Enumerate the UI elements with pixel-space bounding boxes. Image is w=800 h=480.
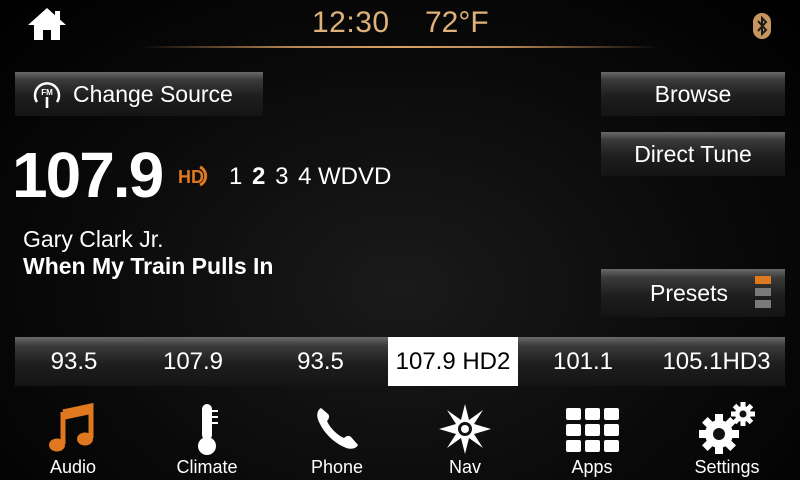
outside-temperature: 72°F bbox=[425, 6, 489, 39]
direct-tune-label: Direct Tune bbox=[634, 140, 752, 167]
preset-label: 105.1HD3 bbox=[662, 347, 771, 375]
preset-item[interactable]: 107.9 bbox=[133, 337, 253, 386]
preset-item[interactable]: 105.1HD3 bbox=[648, 337, 785, 386]
dock-settings[interactable]: Settings bbox=[672, 396, 782, 480]
phone-icon bbox=[317, 408, 358, 449]
apps-grid-icon bbox=[566, 408, 619, 452]
hd-channel[interactable]: 3 bbox=[275, 163, 288, 190]
fm-radio-icon: FM bbox=[33, 82, 61, 108]
dock-label: Audio bbox=[49, 457, 97, 477]
bottom-dock: Audio Climate Phone Nav Apps Settings bbox=[0, 396, 800, 480]
artist-name: Gary Clark Jr. bbox=[23, 226, 164, 252]
bluetooth-icon bbox=[753, 13, 771, 39]
dock-label: Apps bbox=[571, 457, 613, 477]
station-frequency: 107.9 bbox=[12, 139, 164, 211]
dock-nav[interactable]: Nav bbox=[410, 396, 520, 480]
dock-apps[interactable]: Apps bbox=[537, 396, 647, 480]
station-call-sign: WDVD bbox=[318, 163, 392, 190]
presets-button[interactable]: Presets bbox=[601, 269, 785, 317]
preset-item-selected[interactable]: 107.9 HD2 bbox=[388, 337, 518, 386]
preset-label: 101.1 bbox=[552, 347, 614, 375]
direct-tune-button[interactable]: Direct Tune bbox=[601, 132, 785, 176]
browse-label: Browse bbox=[654, 80, 732, 107]
dock-label: Climate bbox=[176, 457, 238, 477]
hd-radio-icon: HD bbox=[178, 165, 208, 187]
song-title: When My Train Pulls In bbox=[23, 253, 274, 279]
dock-audio[interactable]: Audio bbox=[18, 396, 128, 480]
preset-item[interactable]: 93.5 bbox=[15, 337, 133, 386]
radio-screen: 12:30 72°F FM Change Source Browse Direc… bbox=[0, 0, 800, 480]
presets-page-indicator-icon bbox=[755, 276, 771, 310]
home-icon[interactable] bbox=[26, 6, 68, 42]
dock-climate[interactable]: Climate bbox=[152, 396, 262, 480]
presets-label: Presets bbox=[650, 279, 728, 306]
preset-strip: 93.5 107.9 93.5 107.9 HD2 101.1 105.1HD3 bbox=[15, 337, 785, 386]
dock-label: Nav bbox=[448, 457, 481, 477]
music-note-icon bbox=[49, 402, 94, 452]
hd-channel-list: 1 2 3 4 bbox=[229, 163, 314, 191]
dock-phone[interactable]: Phone bbox=[282, 396, 392, 480]
browse-button[interactable]: Browse bbox=[601, 72, 785, 116]
change-source-label: Change Source bbox=[73, 80, 233, 107]
svg-text:FM: FM bbox=[41, 88, 53, 97]
preset-label: 107.9 HD2 bbox=[395, 347, 511, 375]
dock-label: Settings bbox=[694, 457, 760, 477]
clock: 12:30 bbox=[312, 6, 390, 39]
gear-icon bbox=[699, 402, 755, 454]
preset-label: 93.5 bbox=[50, 347, 98, 375]
preset-label: 93.5 bbox=[297, 347, 344, 375]
thermometer-icon bbox=[198, 404, 218, 455]
dock-label: Phone bbox=[310, 457, 364, 477]
status-divider bbox=[140, 46, 660, 48]
status-bar: 12:30 72°F bbox=[0, 0, 800, 50]
compass-icon bbox=[439, 404, 491, 454]
hd-channel[interactable]: 1 bbox=[229, 163, 242, 190]
hd-channel-active[interactable]: 2 bbox=[252, 163, 265, 190]
preset-label: 107.9 bbox=[162, 347, 224, 375]
preset-item[interactable]: 93.5 bbox=[253, 337, 388, 386]
change-source-button[interactable]: FM Change Source bbox=[15, 72, 263, 116]
hd-channel[interactable]: 4 bbox=[298, 163, 311, 190]
preset-item[interactable]: 101.1 bbox=[518, 337, 648, 386]
